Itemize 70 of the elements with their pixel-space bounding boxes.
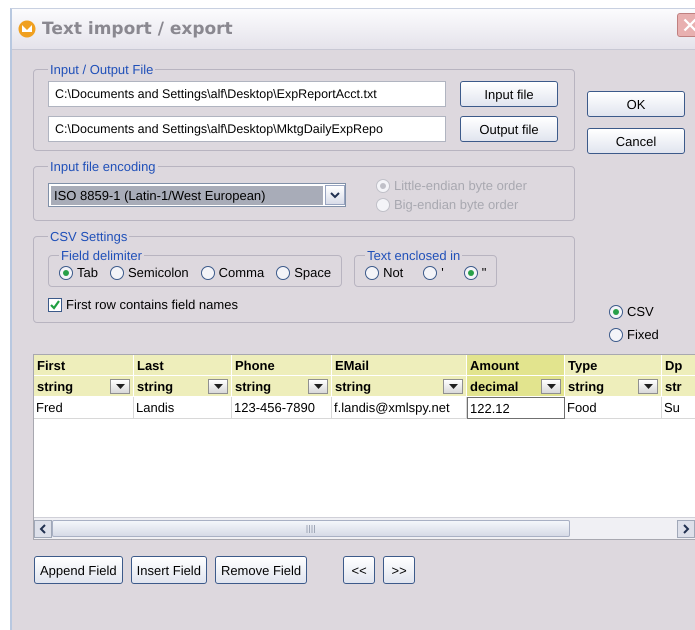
input-file-button[interactable]: Input file bbox=[460, 81, 558, 107]
next-button[interactable]: >> bbox=[383, 556, 416, 584]
column-header[interactable]: Dp bbox=[662, 355, 695, 376]
group-label: Field delimiter bbox=[60, 248, 143, 263]
radio-button[interactable] bbox=[609, 304, 623, 318]
column-type-cell[interactable]: string bbox=[134, 376, 232, 397]
table-cell: 123-456-7890 bbox=[232, 397, 332, 419]
dropdown-arrow-icon bbox=[314, 384, 322, 388]
radio-label: Space bbox=[294, 265, 332, 280]
radio-label: Tab bbox=[77, 265, 98, 280]
column-header[interactable]: First bbox=[34, 355, 134, 376]
group-label: Input file encoding bbox=[49, 159, 157, 174]
radio-button[interactable] bbox=[423, 266, 438, 280]
group-label: CSV Settings bbox=[49, 229, 128, 244]
table-cell: Su bbox=[662, 397, 695, 419]
radio-label: CSV bbox=[627, 304, 654, 319]
radio-label: Not bbox=[383, 265, 404, 280]
app-logo-icon bbox=[18, 20, 36, 38]
radio-label: Fixed bbox=[627, 327, 659, 342]
output-file-button[interactable]: Output file bbox=[460, 116, 558, 142]
column-header[interactable]: Phone bbox=[232, 355, 332, 376]
radio-button[interactable] bbox=[464, 266, 478, 280]
group-label: Text enclosed in bbox=[366, 248, 462, 263]
table-cell: 122.12 bbox=[467, 397, 565, 419]
checkbox[interactable] bbox=[48, 298, 62, 312]
radio-button[interactable] bbox=[110, 266, 124, 280]
ok-button[interactable]: OK bbox=[587, 91, 685, 117]
radio-label: ' bbox=[441, 265, 444, 280]
group-label: Input / Output File bbox=[49, 62, 154, 77]
output-path-field[interactable]: C:\Documents and Settings\alf\Desktop\MktgDailyExpRepo bbox=[48, 116, 446, 142]
table-cell: Fred bbox=[34, 397, 134, 419]
radio-label: Semicolon bbox=[128, 265, 189, 280]
column-type-cell[interactable]: string bbox=[232, 376, 332, 397]
radio-button[interactable] bbox=[276, 266, 290, 280]
radio-button[interactable] bbox=[200, 266, 215, 280]
column-header[interactable]: EMail bbox=[332, 355, 467, 376]
radio-label: " bbox=[482, 265, 486, 280]
dropdown-arrow-icon bbox=[116, 384, 124, 388]
radio-label: Comma bbox=[218, 265, 264, 280]
column-type-cell[interactable]: str bbox=[662, 376, 695, 397]
input-path-field[interactable]: C:\Documents and Settings\alf\Desktop\ExpReportAcct.txt bbox=[48, 81, 446, 107]
column-type-cell[interactable]: decimal bbox=[467, 376, 565, 397]
field-button[interactable]: Append Field bbox=[34, 556, 123, 584]
dropdown-arrow-icon bbox=[214, 384, 222, 388]
horizontal-scrollbar[interactable] bbox=[34, 517, 695, 539]
column-type-cell[interactable]: string bbox=[34, 376, 134, 397]
radio-button[interactable] bbox=[365, 266, 380, 280]
checkbox-label: First row contains field names bbox=[66, 297, 238, 312]
dropdown-arrow-icon bbox=[644, 384, 652, 388]
grip-icon bbox=[306, 524, 316, 532]
previous-button[interactable]: << bbox=[343, 556, 376, 584]
column-header[interactable]: Last bbox=[134, 355, 232, 376]
chevron-down-icon bbox=[330, 192, 340, 198]
column-header[interactable]: Amount bbox=[467, 355, 565, 376]
table-cell: Landis bbox=[134, 397, 232, 419]
table-cell: Food bbox=[565, 397, 662, 419]
cancel-button[interactable]: Cancel bbox=[587, 128, 685, 154]
field-button[interactable]: Remove Field bbox=[214, 556, 308, 584]
column-type-cell[interactable]: string bbox=[565, 376, 662, 397]
dropdown-arrow-icon bbox=[448, 384, 458, 388]
dropdown-arrow-icon bbox=[546, 384, 556, 388]
radio-button[interactable] bbox=[609, 328, 623, 342]
column-type-cell[interactable]: string bbox=[332, 376, 467, 397]
field-button[interactable]: Insert Field bbox=[130, 556, 207, 584]
column-header[interactable]: Type bbox=[565, 355, 662, 376]
radio-button[interactable] bbox=[59, 266, 73, 280]
table-cell: f.landis@xmlspy.net bbox=[332, 397, 467, 419]
window-title: Text import / export bbox=[42, 19, 233, 39]
encoding-dropdown[interactable]: ISO 8859-1 (Latin-1/West European) bbox=[48, 183, 346, 207]
checkmark-icon bbox=[49, 298, 61, 310]
